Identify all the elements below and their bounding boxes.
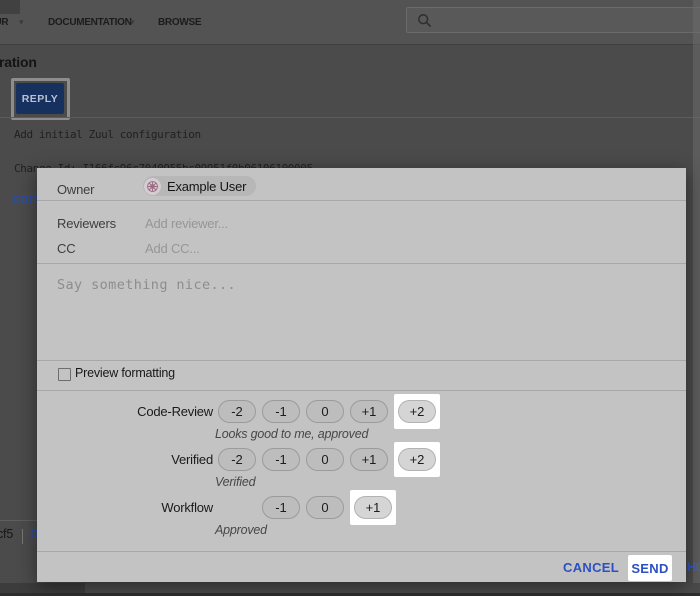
divider — [37, 200, 686, 201]
vote-button[interactable]: +2 — [398, 400, 436, 423]
score-row: Code-Review -2 -1 0 +1 +2 — [37, 393, 440, 429]
owner-name: Example User — [167, 179, 246, 194]
nav-item-your[interactable]: OUR — [0, 0, 8, 45]
vote-button[interactable]: +1 — [350, 400, 388, 423]
divider — [37, 390, 686, 391]
cancel-button[interactable]: CANCEL — [563, 560, 619, 575]
score-label: Code-Review — [37, 404, 213, 419]
add-reviewer-input[interactable]: Add reviewer... — [145, 216, 228, 231]
vote-button[interactable]: 0 — [306, 496, 344, 519]
highlight-box: +2 — [394, 442, 440, 477]
preview-formatting-checkbox[interactable] — [58, 368, 71, 381]
reply-button[interactable]: REPLY — [16, 83, 64, 114]
score-description: Verified — [215, 475, 255, 489]
scrollbar[interactable] — [693, 0, 700, 583]
vote-button[interactable]: +1 — [350, 448, 388, 471]
score-description: Approved — [215, 523, 267, 537]
vote-button[interactable]: -1 — [262, 496, 300, 519]
vote-button[interactable]: -1 — [262, 448, 300, 471]
cc-label: CC — [57, 241, 75, 256]
highlight-box: +2 — [394, 394, 440, 429]
vote-button[interactable]: 0 — [306, 400, 344, 423]
divider — [37, 551, 686, 552]
vote-button[interactable]: +1 — [354, 496, 392, 519]
search-input[interactable] — [406, 7, 700, 33]
avatar — [144, 178, 161, 195]
add-cc-input[interactable]: Add CC... — [145, 241, 200, 256]
score-label: Verified — [37, 452, 213, 467]
divider — [37, 360, 686, 361]
vote-button[interactable]: 0 — [306, 448, 344, 471]
send-button[interactable]: SEND — [631, 561, 668, 576]
chevron-down-icon: ▾ — [19, 0, 23, 45]
page-title-partial: ration — [0, 54, 37, 70]
commit-subject: Add initial Zuul configuration — [14, 128, 201, 141]
chevron-down-icon: ▾ — [130, 0, 134, 45]
score-row: Workflow -1 0 +1 — [37, 489, 396, 525]
divider — [0, 117, 700, 118]
preview-formatting-label: Preview formatting — [75, 366, 175, 380]
vote-button[interactable]: +2 — [398, 448, 436, 471]
reply-message-textarea[interactable]: Say something nice... — [57, 277, 236, 293]
highlight-box: +1 — [350, 490, 396, 525]
edit-link[interactable]: EDIT — [12, 195, 39, 207]
reviewers-label: Reviewers — [57, 216, 116, 231]
vote-button[interactable]: -2 — [218, 400, 256, 423]
nav-item-browse[interactable]: BROWSE — [158, 0, 201, 45]
vote-button[interactable]: -1 — [262, 400, 300, 423]
owner-label: Owner — [57, 182, 94, 197]
vote-button[interactable]: -2 — [218, 448, 256, 471]
divider — [37, 263, 686, 264]
reply-dialog: Owner Example User Reviewers Add reviewe… — [37, 168, 686, 582]
search-icon — [417, 13, 432, 28]
divider — [22, 529, 23, 544]
score-label: Workflow — [37, 500, 213, 515]
nav-item-documentation[interactable]: DOCUMENTATION — [48, 0, 132, 45]
send-highlight-box: SEND — [628, 555, 672, 581]
divider — [0, 520, 37, 521]
score-description: Looks good to me, approved — [215, 427, 368, 441]
commit-hash-partial: cf5 — [0, 527, 13, 541]
top-nav-bar: OUR ▾ DOCUMENTATION ▾ BROWSE — [0, 0, 700, 45]
owner-chip[interactable]: Example User — [143, 176, 256, 196]
score-row: Verified -2 -1 0 +1 +2 — [37, 441, 440, 477]
